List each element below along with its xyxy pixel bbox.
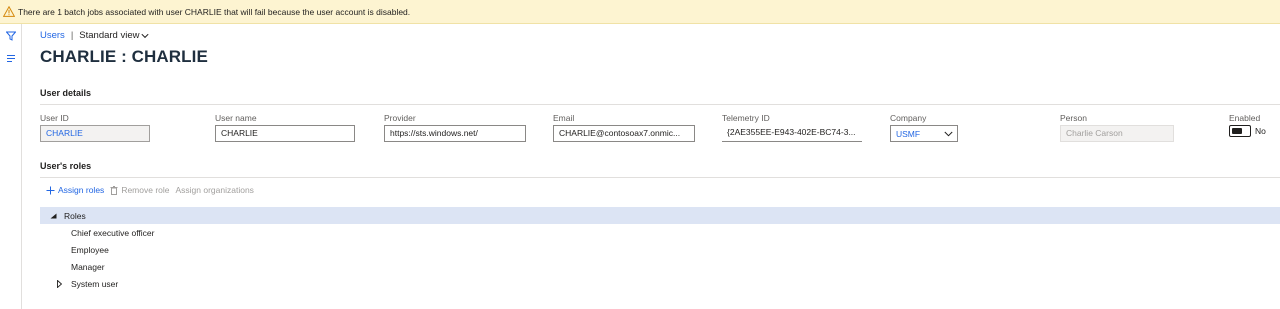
collapse-triangle-icon[interactable] — [46, 213, 60, 219]
tree-item-manager[interactable]: Manager — [40, 258, 1280, 275]
person-label: Person — [1060, 113, 1087, 123]
company-field: Company USMF — [890, 113, 958, 142]
user-name-field: User name CHARLIE — [215, 113, 355, 142]
telemetry-input[interactable]: {2AE355EE-E943-402E-BC74-3... — [722, 125, 862, 142]
user-details-fields: User ID CHARLIE User name CHARLIE Provid… — [40, 113, 1280, 151]
company-select[interactable]: USMF — [890, 125, 958, 142]
provider-field: Provider https://sts.windows.net/ — [384, 113, 526, 142]
enabled-label: Enabled — [1229, 113, 1261, 123]
telemetry-label: Telemetry ID — [722, 113, 770, 123]
page-title: CHARLIE : CHARLIE — [40, 47, 208, 66]
breadcrumb-separator: | — [70, 30, 74, 41]
roles-tree: Roles Chief executive officer Employee M… — [40, 207, 1280, 292]
assign-roles-button[interactable]: Assign roles — [46, 185, 104, 195]
enabled-toggle[interactable] — [1229, 125, 1251, 137]
user-id-field: User ID CHARLIE — [40, 113, 150, 142]
tree-item-label: Employee — [71, 244, 109, 255]
company-label: Company — [890, 113, 927, 123]
telemetry-field: Telemetry ID {2AE355EE-E943-402E-BC74-3.… — [722, 113, 862, 142]
provider-label: Provider — [384, 113, 416, 123]
assign-organizations-button[interactable]: Assign organizations — [176, 185, 254, 195]
remove-role-button[interactable]: Remove role — [110, 185, 170, 195]
email-label: Email — [553, 113, 575, 123]
company-value: USMF — [896, 128, 921, 139]
breadcrumb: Users | Standard view — [40, 30, 208, 41]
add-icon — [46, 186, 55, 194]
users-roles-heading[interactable]: User's roles — [40, 161, 1280, 178]
list-icon[interactable] — [5, 52, 17, 64]
users-roles-section: User's roles — [40, 161, 1280, 178]
remove-role-label: Remove role — [121, 185, 170, 195]
enabled-value: No — [1255, 126, 1266, 136]
left-rail — [0, 24, 22, 309]
tree-item-employee[interactable]: Employee — [40, 241, 1280, 258]
assign-roles-label: Assign roles — [58, 185, 105, 195]
user-details-section: User details — [40, 88, 1280, 105]
tree-root-label: Roles — [64, 210, 86, 221]
delete-icon — [110, 185, 118, 195]
email-field: Email CHARLIE@contosoax7.onmic... — [553, 113, 695, 142]
filter-icon[interactable] — [5, 30, 17, 42]
roles-action-bar: Assign roles Remove role Assign organiza… — [46, 185, 254, 195]
expand-triangle-icon[interactable] — [52, 279, 66, 288]
person-input: Charlie Carson — [1060, 125, 1174, 142]
tree-item-system-user[interactable]: System user — [40, 275, 1280, 292]
toggle-knob — [1232, 128, 1242, 134]
user-name-input[interactable]: CHARLIE — [215, 125, 355, 142]
person-field: Person Charlie Carson — [1060, 113, 1174, 142]
warning-banner: There are 1 batch jobs associated with u… — [0, 0, 1280, 24]
view-label: Standard view — [79, 30, 140, 41]
warning-icon — [2, 5, 16, 19]
enabled-toggle-row: No — [1229, 125, 1266, 137]
tree-item-chief-executive-officer[interactable]: Chief executive officer — [40, 224, 1280, 241]
user-id-label: User ID — [40, 113, 69, 123]
user-name-label: User name — [215, 113, 257, 123]
chevron-down-icon — [944, 131, 953, 136]
enabled-field: Enabled No — [1229, 113, 1266, 137]
tree-item-label: Chief executive officer — [71, 227, 155, 238]
tree-item-label: System user — [71, 278, 119, 289]
email-input[interactable]: CHARLIE@contosoax7.onmic... — [553, 125, 695, 142]
view-selector[interactable]: Standard view — [79, 30, 150, 41]
tree-item-label: Manager — [71, 261, 105, 272]
provider-input[interactable]: https://sts.windows.net/ — [384, 125, 526, 142]
tree-root-roles[interactable]: Roles — [40, 207, 1280, 224]
banner-message: There are 1 batch jobs associated with u… — [18, 6, 411, 17]
page-header: Users | Standard view CHARLIE : CHARLIE — [40, 30, 208, 67]
chevron-down-icon — [141, 33, 150, 38]
user-id-input[interactable]: CHARLIE — [40, 125, 150, 142]
breadcrumb-users-link[interactable]: Users — [40, 30, 65, 41]
user-details-heading[interactable]: User details — [40, 88, 1280, 105]
